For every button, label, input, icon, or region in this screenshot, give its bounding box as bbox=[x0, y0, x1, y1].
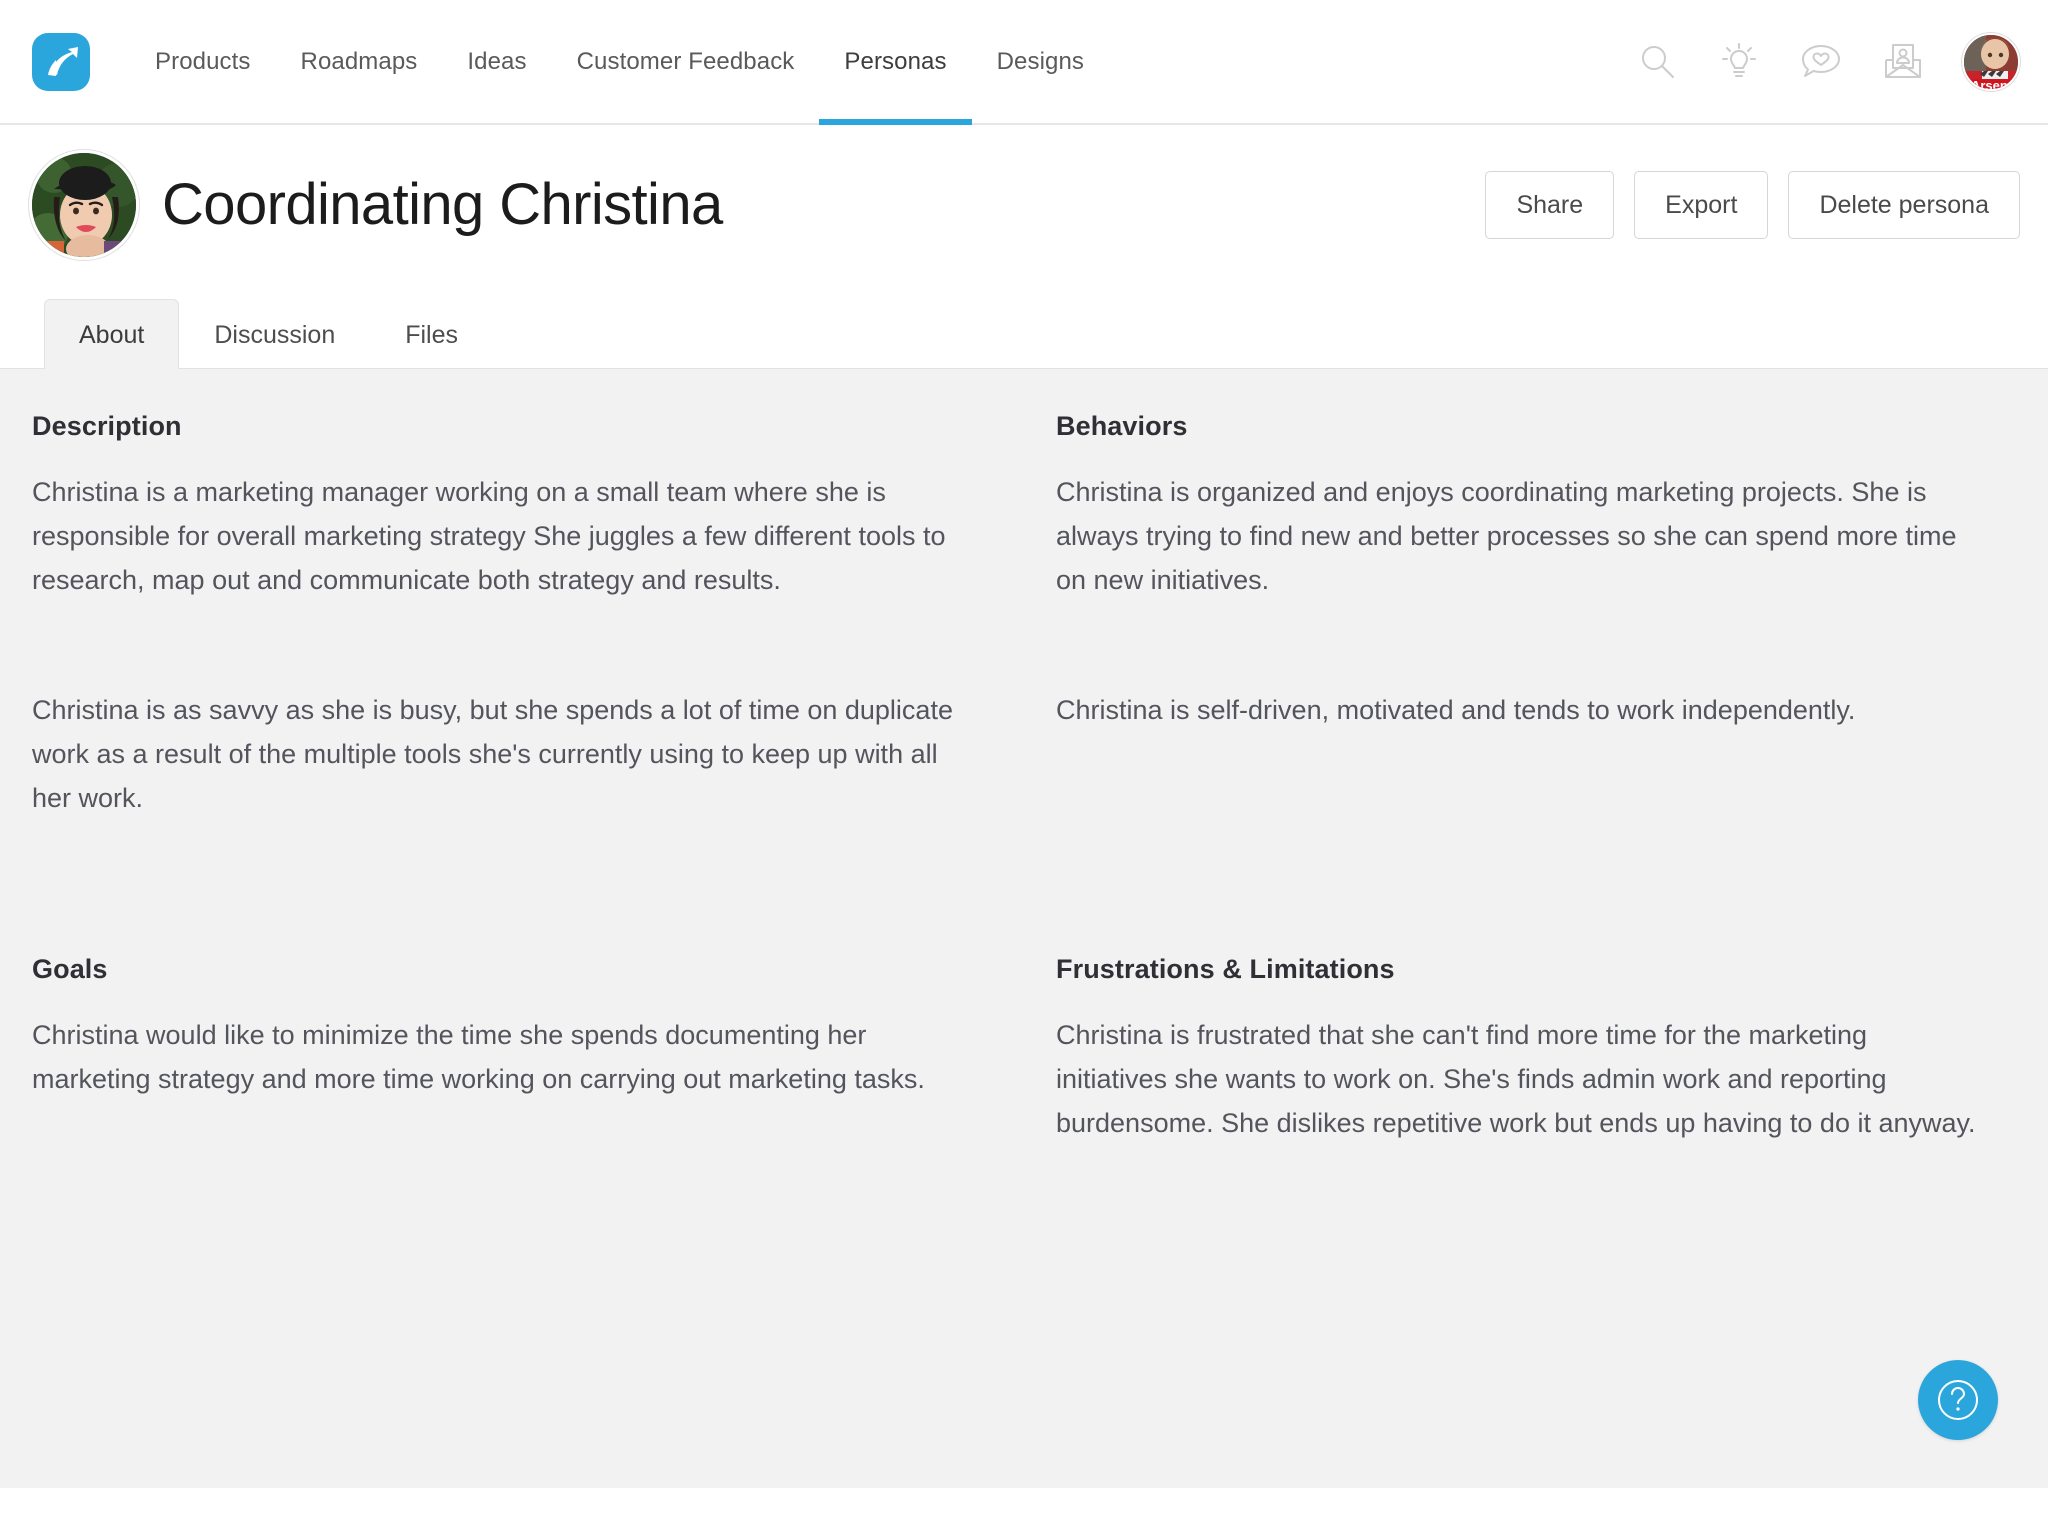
about-tab-content: Description Christina is a marketing man… bbox=[0, 368, 2048, 1488]
delete-persona-button[interactable]: Delete persona bbox=[1788, 171, 2020, 239]
goals-paragraph-1: Christina would like to minimize the tim… bbox=[32, 1020, 925, 1094]
frustrations-heading: Frustrations & Limitations bbox=[1056, 954, 1395, 984]
right-column: Behaviors Christina is organized and enj… bbox=[1024, 411, 2016, 1488]
user-avatar[interactable]: Arsena bbox=[1962, 32, 2020, 91]
top-navigation-bar: Products Roadmaps Ideas Customer Feedbac… bbox=[0, 0, 2048, 125]
description-paragraph-1: Christina is a marketing manager working… bbox=[32, 477, 946, 595]
lightbulb-icon[interactable] bbox=[1716, 39, 1762, 85]
nav-item-personas[interactable]: Personas bbox=[819, 0, 972, 125]
page-title: Coordinating Christina bbox=[162, 172, 723, 237]
description-paragraph-2: Christina is as savvy as she is busy, bu… bbox=[32, 695, 953, 813]
persona-actions: Share Export Delete persona bbox=[1485, 171, 2020, 239]
behaviors-section: Behaviors Christina is organized and enj… bbox=[1056, 411, 1980, 732]
frustrations-paragraph-1: Christina is frustrated that she can't f… bbox=[1056, 1020, 1976, 1138]
behaviors-paragraph-1: Christina is organized and enjoys coordi… bbox=[1056, 477, 1957, 595]
persona-avatar bbox=[32, 153, 136, 257]
description-section: Description Christina is a marketing man… bbox=[32, 411, 954, 820]
nav-utility-icons: Arsena bbox=[1634, 32, 2020, 91]
goals-heading: Goals bbox=[32, 954, 108, 984]
tab-discussion[interactable]: Discussion bbox=[179, 299, 370, 369]
tab-bar: About Discussion Files bbox=[0, 285, 2048, 369]
nav-item-ideas[interactable]: Ideas bbox=[442, 0, 551, 123]
aha-arrow-logo-icon[interactable] bbox=[32, 32, 90, 91]
left-column: Description Christina is a marketing man… bbox=[32, 411, 1024, 1488]
heart-chat-icon[interactable] bbox=[1798, 39, 1844, 85]
nav-item-products[interactable]: Products bbox=[130, 0, 276, 123]
nav-item-label: Ideas bbox=[467, 47, 527, 75]
behaviors-paragraph-2: Christina is self-driven, motivated and … bbox=[1056, 695, 1856, 725]
nav-item-label: Customer Feedback bbox=[576, 47, 795, 75]
behaviors-heading: Behaviors bbox=[1056, 411, 1188, 441]
frustrations-section: Frustrations & Limitations Christina is … bbox=[1056, 954, 1980, 1145]
search-icon[interactable] bbox=[1634, 39, 1680, 85]
app-page: Products Roadmaps Ideas Customer Feedbac… bbox=[0, 0, 2048, 1534]
nav-item-roadmaps[interactable]: Roadmaps bbox=[276, 0, 443, 123]
nav-item-customer-feedback[interactable]: Customer Feedback bbox=[552, 0, 820, 123]
tab-label: About bbox=[79, 321, 145, 349]
tab-about[interactable]: About bbox=[44, 299, 180, 369]
export-button[interactable]: Export bbox=[1634, 171, 1769, 239]
nav-item-label: Products bbox=[155, 47, 251, 75]
goals-section: Goals Christina would like to minimize t… bbox=[32, 954, 954, 1101]
nav-item-designs[interactable]: Designs bbox=[972, 0, 1109, 123]
description-heading: Description bbox=[32, 411, 182, 441]
invite-envelope-icon[interactable] bbox=[1880, 39, 1926, 85]
tab-label: Discussion bbox=[214, 321, 336, 349]
share-button[interactable]: Share bbox=[1485, 171, 1615, 239]
help-button[interactable] bbox=[1918, 1360, 1998, 1440]
primary-nav: Products Roadmaps Ideas Customer Feedbac… bbox=[130, 0, 1109, 125]
tab-label: Files bbox=[405, 321, 459, 349]
nav-item-label: Roadmaps bbox=[300, 47, 418, 75]
nav-item-label: Designs bbox=[996, 47, 1085, 75]
tab-files[interactable]: Files bbox=[370, 299, 493, 369]
nav-item-label: Personas bbox=[844, 47, 947, 75]
persona-header: Coordinating Christina Share Export Dele… bbox=[0, 125, 2048, 285]
svg-text:Arsena: Arsena bbox=[1971, 78, 2016, 91]
